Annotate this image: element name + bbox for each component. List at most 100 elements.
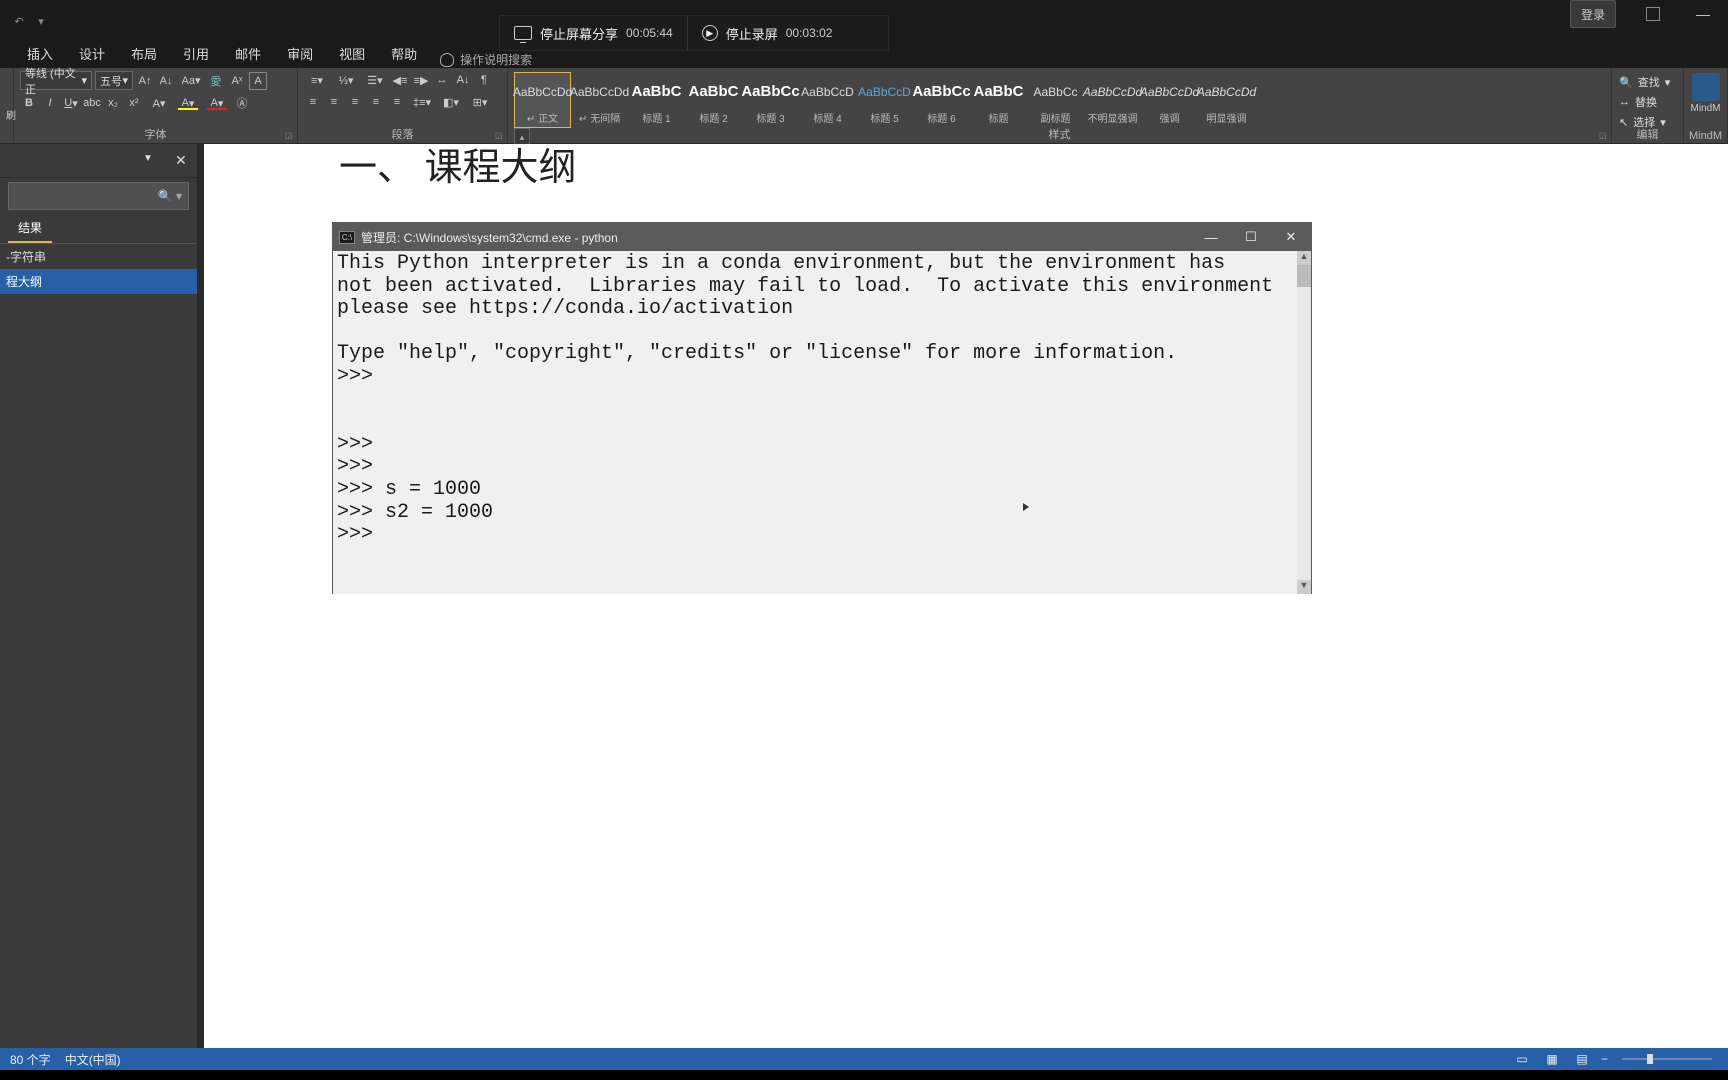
terminal-close-button[interactable]: ✕ bbox=[1271, 223, 1311, 251]
style-↵ 正文[interactable]: AaBbCcDd↵ 正文 bbox=[514, 72, 571, 128]
numbering-button[interactable]: ⅓▾ bbox=[333, 71, 359, 89]
font-size-select[interactable]: 五号▾ bbox=[95, 71, 133, 90]
zoom-slider[interactable] bbox=[1622, 1058, 1712, 1060]
strike-button[interactable]: abc bbox=[83, 94, 101, 112]
style-标题 1[interactable]: AaBbC标题 1 bbox=[628, 72, 685, 128]
navigation-pane: ▼ ✕ 🔍 ▾ 结果 -字符串 程大纲 bbox=[0, 144, 198, 1052]
superscript-button[interactable]: x² bbox=[125, 94, 143, 112]
nav-tab-results[interactable]: 结果 bbox=[8, 214, 52, 243]
tab-view[interactable]: 视图 bbox=[326, 39, 378, 68]
bold-button[interactable]: B bbox=[20, 94, 38, 112]
decrease-indent-button[interactable]: ◀≡ bbox=[391, 71, 409, 89]
styles-dialog-launcher[interactable]: ◲ bbox=[1599, 131, 1609, 141]
style-标题 4[interactable]: AaBbCcD标题 4 bbox=[799, 72, 856, 128]
shrink-font-button[interactable]: A↓ bbox=[157, 72, 175, 90]
enclose-button[interactable]: A bbox=[249, 72, 267, 90]
scroll-thumb[interactable] bbox=[1297, 265, 1311, 287]
highlight-button[interactable]: A▾ bbox=[175, 94, 201, 112]
text-effects-button[interactable]: A▾ bbox=[146, 94, 172, 112]
shading-button[interactable]: ◧▾ bbox=[438, 93, 464, 111]
style-强调[interactable]: AaBbCcDd强调 bbox=[1141, 72, 1198, 128]
undo-icon[interactable]: ↶ bbox=[10, 12, 28, 30]
clipboard-group: 刷 bbox=[0, 68, 14, 143]
nav-item-string[interactable]: -字符串 bbox=[0, 244, 197, 269]
login-button[interactable]: 登录 bbox=[1570, 0, 1616, 28]
style-明显强调[interactable]: AaBbCcDd明显强调 bbox=[1198, 72, 1255, 128]
tab-help[interactable]: 帮助 bbox=[378, 39, 430, 68]
read-mode-button[interactable]: ▭ bbox=[1511, 1051, 1533, 1067]
align-left-button[interactable]: ≡ bbox=[304, 93, 322, 111]
font-dialog-launcher[interactable]: ◲ bbox=[285, 131, 295, 141]
paragraph-group-label: 段落 bbox=[298, 126, 507, 142]
justify-button[interactable]: ≡ bbox=[367, 93, 385, 111]
align-right-button[interactable]: ≡ bbox=[346, 93, 364, 111]
phonetic-button[interactable]: 愛 bbox=[207, 72, 225, 90]
styles-gallery[interactable]: AaBbCcDd↵ 正文AaBbCcDd↵ 无间隔AaBbC标题 1AaBbC标… bbox=[514, 72, 1605, 128]
clear-format-button[interactable]: Aˣ bbox=[228, 72, 246, 90]
titlebar-qat: ↶ ▾ bbox=[0, 12, 50, 30]
ribbon-display-button[interactable] bbox=[1628, 0, 1678, 28]
style-标题 6[interactable]: AaBbCc标题 6 bbox=[913, 72, 970, 128]
ribbon: 刷 等线 (中文正▾ 五号▾ A↑ A↓ Aa▾ 愛 Aˣ A B I U▾ a… bbox=[0, 68, 1728, 144]
distribute-button[interactable]: ≡ bbox=[388, 93, 406, 111]
ltr-button[interactable]: ↔ bbox=[433, 71, 451, 89]
font-color-button[interactable]: A▾ bbox=[204, 94, 230, 112]
stop-icon: ▶ bbox=[702, 25, 718, 41]
bulb-icon bbox=[440, 53, 454, 67]
share-timer: 00:05:44 bbox=[626, 26, 673, 40]
style-标题 2[interactable]: AaBbC标题 2 bbox=[685, 72, 742, 128]
stop-share-button[interactable]: 停止屏幕分享 00:05:44 bbox=[500, 16, 688, 50]
tab-references[interactable]: 引用 bbox=[170, 39, 222, 68]
word-count[interactable]: 80 个字 bbox=[10, 1051, 51, 1068]
style-标题 5[interactable]: AaBbCcD标题 5 bbox=[856, 72, 913, 128]
nav-close-button[interactable]: ✕ bbox=[173, 153, 189, 169]
show-marks-button[interactable]: ¶ bbox=[475, 71, 493, 89]
paragraph-dialog-launcher[interactable]: ◲ bbox=[495, 131, 505, 141]
sort-button[interactable]: A↓ bbox=[454, 71, 472, 89]
scroll-up-icon[interactable]: ▲ bbox=[1297, 251, 1311, 265]
nav-item-outline[interactable]: 程大纲 bbox=[0, 269, 197, 294]
style-不明显强调[interactable]: AaBbCcDd不明显强调 bbox=[1084, 72, 1141, 128]
stop-record-label: 停止录屏 bbox=[726, 24, 778, 43]
terminal-titlebar[interactable]: C:\ 管理员: C:\Windows\system32\cmd.exe - p… bbox=[333, 223, 1311, 251]
line-spacing-button[interactable]: ‡≡▾ bbox=[409, 93, 435, 111]
style-副标题[interactable]: AaBbCc副标题 bbox=[1027, 72, 1084, 128]
character-scaling-button[interactable]: Ⓐ bbox=[233, 94, 251, 112]
qat-dropdown-icon[interactable]: ▾ bbox=[32, 12, 50, 30]
change-case-button[interactable]: Aa▾ bbox=[178, 72, 204, 90]
italic-button[interactable]: I bbox=[41, 94, 59, 112]
terminal-scrollbar[interactable]: ▲ ▼ bbox=[1297, 251, 1311, 594]
multilevel-button[interactable]: ☰▾ bbox=[362, 71, 388, 89]
stop-record-button[interactable]: ▶ 停止录屏 00:03:02 bbox=[688, 16, 847, 50]
nav-search-input[interactable]: 🔍 ▾ bbox=[8, 182, 189, 210]
style-标题 3[interactable]: AaBbCc标题 3 bbox=[742, 72, 799, 128]
align-center-button[interactable]: ≡ bbox=[325, 93, 343, 111]
font-name-select[interactable]: 等线 (中文正▾ bbox=[20, 71, 92, 90]
language-status[interactable]: 中文(中国) bbox=[65, 1051, 121, 1068]
tab-mailings[interactable]: 邮件 bbox=[222, 39, 274, 68]
replace-button[interactable]: ↔替换 bbox=[1616, 92, 1679, 112]
find-button[interactable]: 🔍查找▾ bbox=[1616, 72, 1679, 92]
terminal-body[interactable]: This Python interpreter is in a conda en… bbox=[333, 251, 1311, 594]
style-↵ 无间隔[interactable]: AaBbCcDd↵ 无间隔 bbox=[571, 72, 628, 128]
tab-review[interactable]: 审阅 bbox=[274, 39, 326, 68]
tab-layout[interactable]: 布局 bbox=[118, 39, 170, 68]
style-标题[interactable]: AaBbC标题 bbox=[970, 72, 1027, 128]
increase-indent-button[interactable]: ≡▶ bbox=[412, 71, 430, 89]
terminal-minimize-button[interactable]: — bbox=[1191, 223, 1231, 251]
bullets-button[interactable]: ≡▾ bbox=[304, 71, 330, 89]
borders-button[interactable]: ⊞▾ bbox=[467, 93, 493, 111]
mindmanager-icon[interactable] bbox=[1692, 73, 1720, 101]
tell-me-search[interactable]: 操作说明搜索 bbox=[440, 51, 532, 68]
font-group-label: 字体 bbox=[14, 126, 297, 142]
nav-dropdown-icon[interactable]: ▼ bbox=[143, 153, 159, 169]
grow-font-button[interactable]: A↑ bbox=[136, 72, 154, 90]
scroll-down-icon[interactable]: ▼ bbox=[1297, 580, 1311, 594]
minimize-button[interactable]: — bbox=[1678, 0, 1728, 28]
terminal-maximize-button[interactable]: ☐ bbox=[1231, 223, 1271, 251]
zoom-minus[interactable]: − bbox=[1601, 1052, 1608, 1066]
print-layout-button[interactable]: ▦ bbox=[1541, 1051, 1563, 1067]
underline-button[interactable]: U▾ bbox=[62, 94, 80, 112]
web-layout-button[interactable]: ▤ bbox=[1571, 1051, 1593, 1067]
subscript-button[interactable]: x₂ bbox=[104, 94, 122, 112]
